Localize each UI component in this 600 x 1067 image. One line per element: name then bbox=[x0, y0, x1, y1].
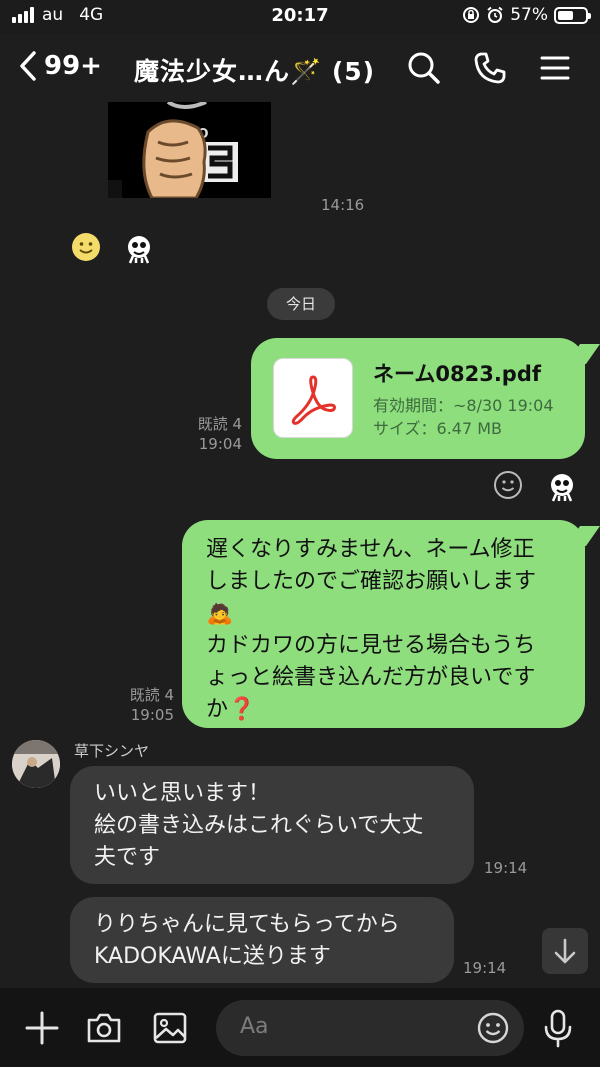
file-expiry: 有効期間：~8/30 19:04 bbox=[373, 396, 554, 415]
message-list[interactable]: OYO 14:16 今日 既読 4 19:04 ネーム0823.pdf 有効期間… bbox=[0, 102, 600, 988]
file-size: サイズ：6.47 MB bbox=[373, 419, 503, 438]
plus-icon[interactable] bbox=[24, 1010, 60, 1046]
smiley-reaction-icon[interactable] bbox=[71, 232, 101, 262]
message-input[interactable]: Aa bbox=[216, 1000, 524, 1056]
message-line: 🙇 bbox=[206, 601, 234, 626]
phone-icon[interactable] bbox=[472, 50, 508, 86]
arrow-down-icon bbox=[554, 938, 576, 964]
sender-avatar[interactable] bbox=[12, 740, 60, 788]
incoming-message-bubble[interactable]: いいと思います！ 絵の書き込みはこれぐらいで大丈 夫です bbox=[70, 766, 474, 884]
message-line: りりちゃんに見てもらってから bbox=[94, 912, 400, 937]
menu-icon[interactable] bbox=[540, 50, 570, 86]
battery-icon bbox=[554, 6, 591, 24]
message-line: ょっと絵書き込んだ方が良いです bbox=[206, 665, 536, 690]
outgoing-message-bubble[interactable]: 遅くなりすみません、ネーム修正 しましたのでご確認お願いします 🙇 カドカワの方… bbox=[182, 520, 585, 728]
sender-name: 草下シンヤ bbox=[74, 742, 150, 760]
message-time: 19:14 bbox=[484, 859, 528, 877]
message-time: 19:04 bbox=[198, 435, 242, 453]
read-receipt: 既読 4 bbox=[129, 686, 174, 704]
scroll-to-bottom-button[interactable] bbox=[542, 928, 588, 974]
search-icon[interactable] bbox=[406, 50, 442, 86]
message-line: か❓ bbox=[206, 697, 256, 722]
battery-percent: 57% bbox=[510, 5, 548, 25]
file-message-bubble[interactable]: ネーム0823.pdf 有効期間：~8/30 19:04 サイズ：6.47 MB bbox=[251, 338, 585, 459]
input-placeholder: Aa bbox=[240, 1014, 269, 1039]
camera-icon[interactable] bbox=[86, 1010, 122, 1046]
character-reaction-icon[interactable] bbox=[124, 234, 154, 264]
message-time: 14:16 bbox=[321, 196, 365, 214]
alarm-icon bbox=[487, 6, 503, 23]
message-line: 遅くなりすみません、ネーム修正 bbox=[206, 537, 535, 562]
emoji-icon[interactable] bbox=[476, 1011, 510, 1045]
image-icon[interactable] bbox=[152, 1010, 188, 1046]
file-name: ネーム0823.pdf bbox=[373, 362, 541, 386]
rotation-lock-icon bbox=[463, 7, 480, 23]
message-time: 19:14 bbox=[463, 959, 507, 977]
date-divider: 今日 bbox=[267, 288, 335, 320]
message-time: 19:05 bbox=[130, 706, 174, 724]
sticker-image[interactable]: OYO bbox=[108, 102, 271, 198]
incoming-message-bubble[interactable]: りりちゃんに見てもらってから KADOKAWAに送ります bbox=[70, 897, 454, 983]
microphone-icon[interactable] bbox=[542, 1008, 574, 1048]
message-composer: Aa bbox=[0, 988, 600, 1067]
chat-title[interactable]: 魔法少女…ん🪄 (5) bbox=[134, 52, 375, 88]
chat-header: 99+ 魔法少女…ん🪄 (5) bbox=[0, 34, 600, 102]
message-line: KADOKAWAに送ります bbox=[94, 944, 331, 969]
message-line: カドカワの方に見せる場合もうち bbox=[206, 633, 536, 658]
message-line: 夫です bbox=[94, 845, 161, 870]
add-reaction-icon[interactable] bbox=[493, 470, 523, 500]
status-bar: au 4G 20:17 57% bbox=[0, 0, 600, 34]
back-button[interactable]: 99+ bbox=[18, 50, 102, 82]
unread-count: 99+ bbox=[44, 51, 102, 81]
read-receipt: 既読 4 bbox=[197, 415, 242, 433]
chevron-left-icon bbox=[20, 51, 36, 81]
message-line: いいと思います！ bbox=[94, 781, 271, 806]
message-line: 絵の書き込みはこれぐらいで大丈 bbox=[94, 813, 424, 838]
pdf-icon bbox=[291, 375, 336, 425]
character-reaction-icon[interactable] bbox=[547, 472, 577, 502]
message-line: しましたのでご確認お願いします bbox=[206, 569, 537, 594]
pdf-file-icon bbox=[273, 358, 353, 438]
